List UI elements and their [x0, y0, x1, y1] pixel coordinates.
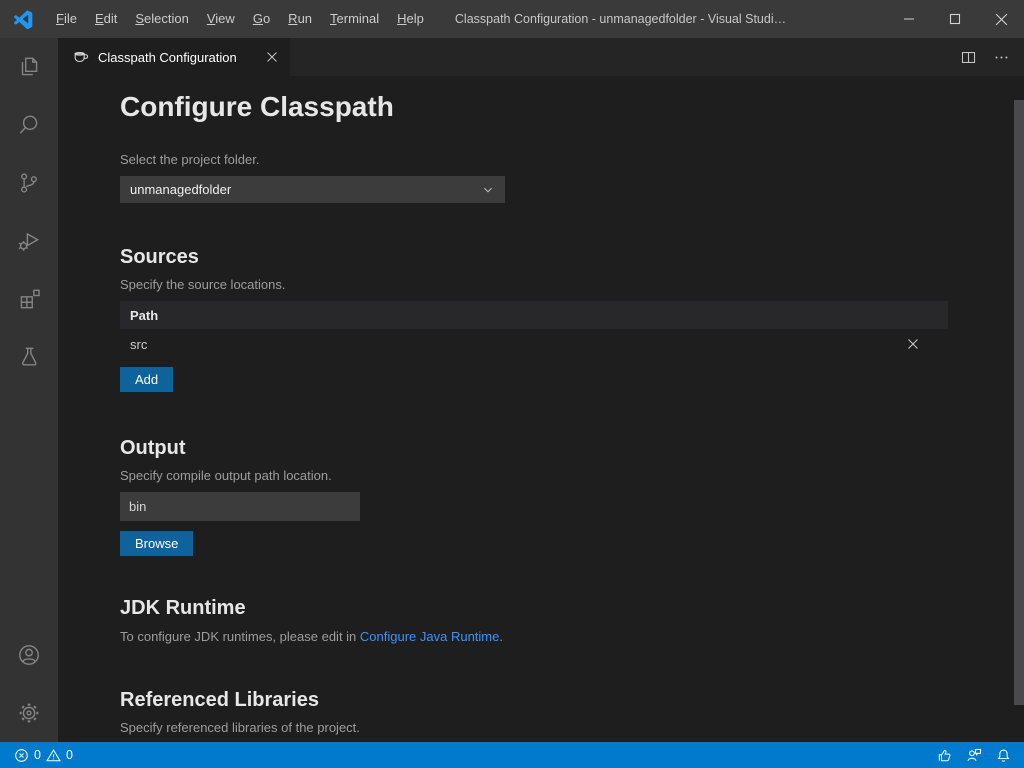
menu-go[interactable]: Go — [244, 0, 279, 38]
add-source-button[interactable]: Add — [120, 367, 173, 392]
warning-count: 0 — [66, 748, 73, 762]
activity-search-button[interactable] — [0, 96, 58, 154]
activity-settings-button[interactable] — [0, 684, 58, 742]
files-icon — [16, 54, 42, 80]
sources-heading: Sources — [120, 244, 1024, 270]
testing-flask-icon — [16, 344, 42, 370]
account-icon — [16, 642, 42, 668]
tab-label: Classpath Configuration — [98, 50, 256, 65]
project-folder-selected-value: unmanagedfolder — [130, 182, 231, 197]
editor-actions — [952, 38, 1024, 76]
output-heading: Output — [120, 435, 1024, 461]
error-count: 0 — [34, 748, 41, 762]
configure-java-runtime-link[interactable]: Configure Java Runtime — [360, 629, 499, 644]
sources-path-table: Path src — [120, 301, 948, 359]
titlebar: File Edit Selection View Go Run Terminal… — [0, 0, 1024, 38]
chevron-down-icon — [481, 183, 495, 197]
run-and-debug-icon — [16, 228, 42, 254]
source-path-row[interactable]: src — [120, 329, 948, 359]
window-title: Classpath Configuration - unmanagedfolde… — [455, 12, 886, 26]
menu-run[interactable]: Run — [279, 0, 321, 38]
split-editor-button[interactable] — [952, 38, 985, 76]
menu-terminal[interactable]: Terminal — [321, 0, 388, 38]
page-title: Configure Classpath — [120, 89, 1024, 125]
project-folder-select[interactable]: unmanagedfolder — [120, 176, 505, 203]
feedback-button[interactable] — [959, 742, 989, 768]
jdk-runtime-text: To configure JDK runtimes, please edit i… — [120, 629, 1024, 644]
vertical-scrollbar[interactable] — [1014, 100, 1024, 705]
referenced-libraries-description: Specify referenced libraries of the proj… — [120, 720, 1024, 735]
activity-run-debug-button[interactable] — [0, 212, 58, 270]
tab-classpath-configuration[interactable]: Classpath Configuration — [58, 38, 290, 76]
vscode-logo-icon — [14, 9, 34, 29]
person-feedback-icon — [966, 747, 982, 763]
menu-view[interactable]: View — [198, 0, 244, 38]
project-folder-label: Select the project folder. — [120, 152, 1024, 167]
error-icon — [14, 748, 29, 763]
activity-testing-button[interactable] — [0, 328, 58, 386]
problems-indicator[interactable]: 0 0 — [8, 742, 79, 768]
status-bar: 0 0 — [0, 742, 1024, 768]
menu-file[interactable]: File — [47, 0, 86, 38]
extensions-icon — [16, 286, 42, 312]
thumbsup-icon — [937, 748, 952, 763]
notifications-button[interactable] — [989, 742, 1018, 768]
tab-close-icon[interactable] — [266, 51, 278, 63]
activity-extensions-button[interactable] — [0, 270, 58, 328]
more-actions-button[interactable] — [985, 38, 1018, 76]
thumbsup-feedback-button[interactable] — [930, 742, 959, 768]
path-column-header: Path — [120, 301, 948, 329]
menu-selection[interactable]: Selection — [126, 0, 197, 38]
warning-icon — [46, 748, 61, 763]
gear-icon — [16, 700, 42, 726]
bell-icon — [996, 748, 1011, 763]
java-cup-icon — [72, 48, 90, 66]
activity-explorer-button[interactable] — [0, 38, 58, 96]
source-path-value: src — [130, 337, 147, 352]
remove-source-icon[interactable] — [906, 337, 920, 351]
source-control-icon — [16, 170, 42, 196]
browse-button[interactable]: Browse — [120, 531, 193, 556]
output-description: Specify compile output path location. — [120, 468, 1024, 483]
sources-description: Specify the source locations. — [120, 277, 1024, 292]
jdk-runtime-text-before: To configure JDK runtimes, please edit i… — [120, 629, 360, 644]
jdk-runtime-text-after: . — [499, 629, 503, 644]
activity-bar — [0, 38, 58, 742]
search-icon — [16, 112, 42, 138]
output-path-input[interactable] — [120, 492, 360, 521]
menu-help[interactable]: Help — [388, 0, 433, 38]
minimize-button[interactable] — [886, 0, 932, 38]
maximize-button[interactable] — [932, 0, 978, 38]
referenced-libraries-heading: Referenced Libraries — [120, 687, 1024, 713]
status-bar-right — [930, 742, 1018, 768]
tab-bar: Classpath Configuration — [58, 38, 1024, 76]
activity-source-control-button[interactable] — [0, 154, 58, 212]
classpath-configuration-view: Configure Classpath Select the project f… — [58, 76, 1024, 742]
activity-account-button[interactable] — [0, 626, 58, 684]
window-controls — [886, 0, 1024, 38]
jdk-runtime-heading: JDK Runtime — [120, 595, 1024, 621]
menu-edit[interactable]: Edit — [86, 0, 126, 38]
close-window-button[interactable] — [978, 0, 1024, 38]
